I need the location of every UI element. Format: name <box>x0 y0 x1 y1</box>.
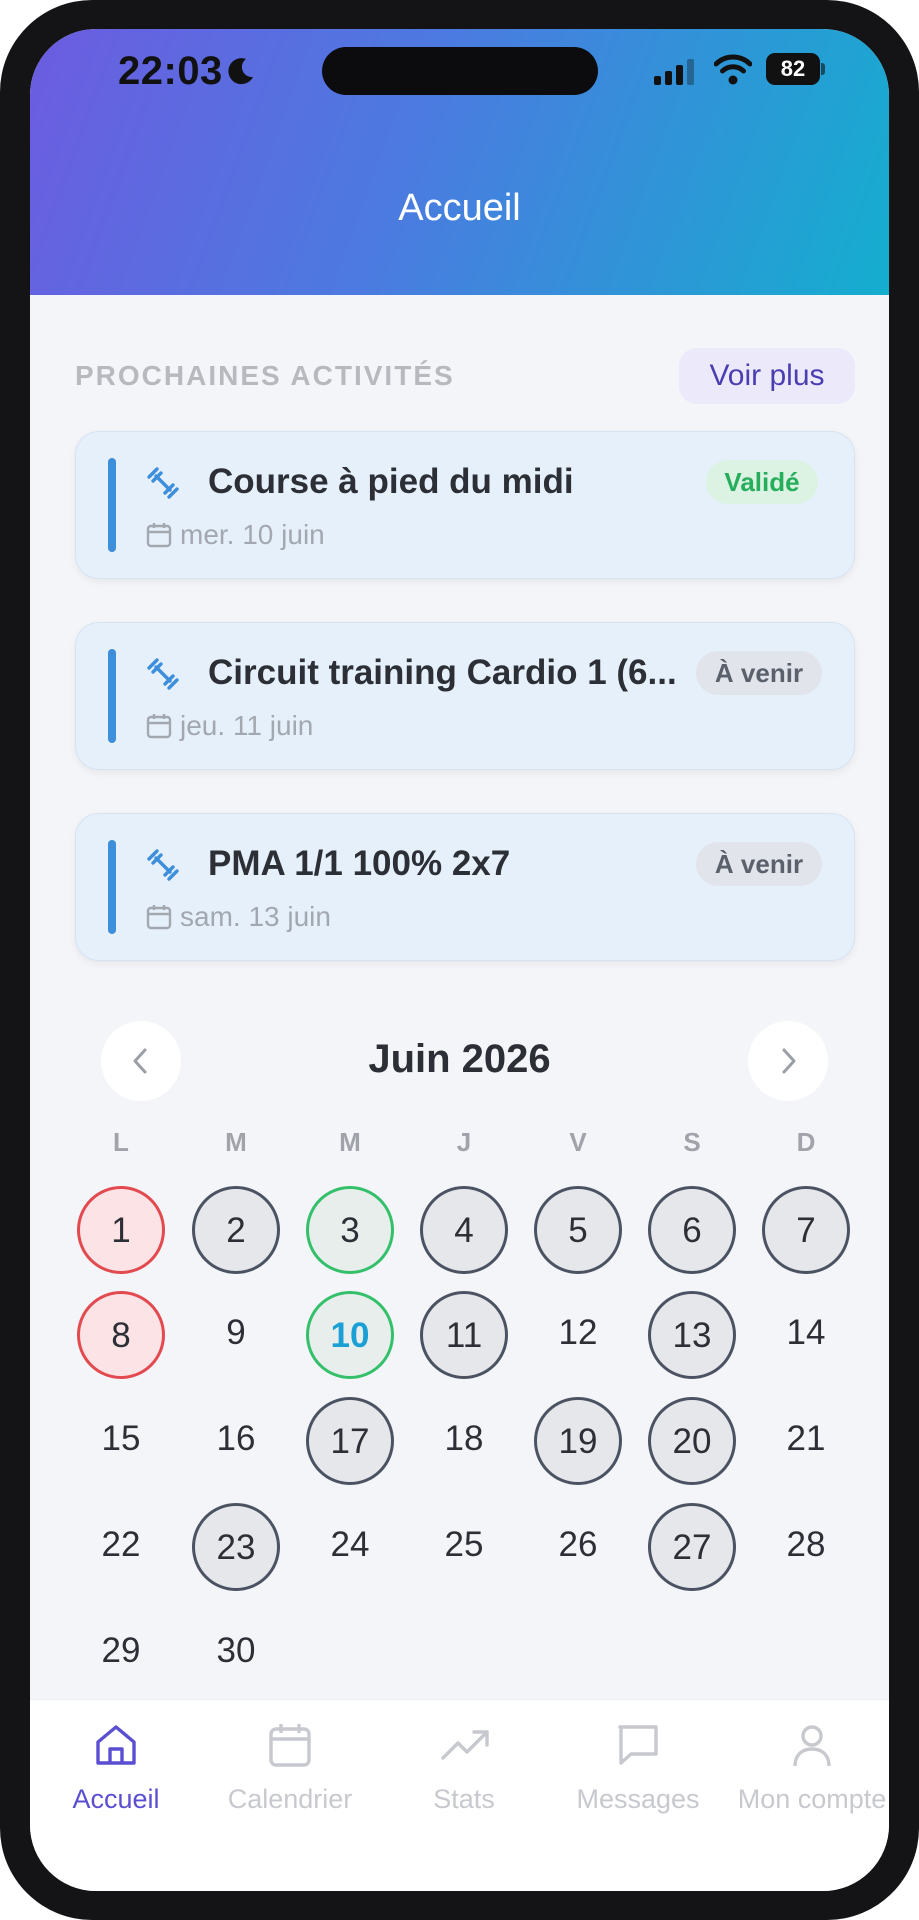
status-badge: Validé <box>706 460 818 504</box>
calendar-day[interactable]: 8 <box>77 1291 165 1379</box>
dumbbell-icon <box>147 658 179 690</box>
weekday-label: M <box>339 1127 361 1157</box>
calendar-day[interactable]: 18 <box>420 1397 508 1485</box>
battery-cap <box>821 63 825 75</box>
weekday-label: M <box>225 1127 247 1157</box>
calendar-day[interactable]: 28 <box>762 1503 850 1591</box>
calendar-day[interactable]: 11 <box>420 1291 508 1379</box>
dynamic-island <box>322 47 598 95</box>
tab-calendar[interactable]: Calendrier <box>203 1700 377 1820</box>
message-icon <box>618 1725 658 1765</box>
battery-indicator: 82 <box>766 53 825 85</box>
calendar-day[interactable]: 19 <box>534 1397 622 1485</box>
activity-card[interactable]: Course à pied du midi mer. 10 juin Valid… <box>75 431 855 579</box>
activity-accent-bar <box>108 458 116 552</box>
weekday-label: D <box>796 1127 816 1157</box>
chevron-right-icon <box>782 1048 796 1074</box>
calendar-day[interactable]: 21 <box>762 1397 850 1485</box>
calendar-day[interactable]: 1 <box>77 1186 165 1274</box>
battery-level: 82 <box>766 53 820 85</box>
calendar-day[interactable]: 23 <box>192 1503 280 1591</box>
header: 22:03 82 Accueil <box>30 29 889 295</box>
status-badge: À venir <box>696 842 822 886</box>
moon-icon <box>228 58 253 85</box>
tab-bar: Accueil Calendrier Stats Messages Mon co… <box>30 1699 889 1891</box>
calendar-day[interactable]: 24 <box>306 1503 394 1591</box>
calendar-day[interactable]: 13 <box>648 1291 736 1379</box>
calendar-day[interactable]: 12 <box>534 1291 622 1379</box>
activity-card[interactable]: Circuit training Cardio 1 (6... jeu. 11 … <box>75 622 855 770</box>
activity-date: sam. 13 juin <box>180 901 331 932</box>
calendar-day[interactable]: 15 <box>77 1397 165 1485</box>
activity-title: Circuit training Cardio 1 (6... <box>208 653 677 692</box>
calendar-day[interactable]: 10 <box>306 1291 394 1379</box>
activity-accent-bar <box>108 649 116 743</box>
calendar-day[interactable]: 17 <box>306 1397 394 1485</box>
weekday-label: L <box>113 1127 129 1157</box>
activity-accent-bar <box>108 840 116 934</box>
tab-messages[interactable]: Messages <box>551 1700 725 1820</box>
calendar-day[interactable]: 7 <box>762 1186 850 1274</box>
activity-date: jeu. 11 juin <box>180 710 314 741</box>
calendar-day[interactable]: 20 <box>648 1397 736 1485</box>
see-more-button[interactable]: Voir plus <box>679 348 855 404</box>
tab-stats[interactable]: Stats <box>377 1700 551 1820</box>
calendar-day[interactable]: 16 <box>192 1397 280 1485</box>
calendar-day[interactable]: 14 <box>762 1291 850 1379</box>
wifi-icon <box>714 54 752 85</box>
calendar-day[interactable]: 29 <box>77 1609 165 1697</box>
dumbbell-icon <box>147 849 179 881</box>
tab-label: Mon compte <box>737 1784 887 1814</box>
status-badge: À venir <box>696 651 822 695</box>
calendar-day[interactable]: 30 <box>192 1609 280 1697</box>
page-title: Accueil <box>398 187 521 229</box>
calendar-day[interactable]: 25 <box>420 1503 508 1591</box>
calendar-day[interactable]: 27 <box>648 1503 736 1591</box>
next-month-button[interactable] <box>748 1021 828 1101</box>
tab-home[interactable]: Accueil <box>30 1700 203 1820</box>
app-screen: 22:03 82 Accueil PROCHAINES ACTIVITÉS Vo… <box>30 29 889 1891</box>
weekday-label: V <box>569 1127 587 1157</box>
activity-date: mer. 10 juin <box>180 519 325 550</box>
calendar-day[interactable]: 4 <box>420 1186 508 1274</box>
section-title: PROCHAINES ACTIVITÉS <box>75 360 455 391</box>
trending-up-icon <box>441 1730 489 1760</box>
calendar-icon <box>146 905 172 930</box>
calendar-day[interactable]: 2 <box>192 1186 280 1274</box>
calendar-day[interactable]: 22 <box>77 1503 165 1591</box>
user-icon <box>793 1725 831 1767</box>
weekday-label: S <box>683 1127 701 1157</box>
calendar-day[interactable]: 3 <box>306 1186 394 1274</box>
signal-icon <box>654 59 694 85</box>
tab-account[interactable]: Mon compte <box>725 1700 889 1820</box>
status-time: 22:03 <box>118 49 223 93</box>
calendar-icon <box>269 1724 311 1767</box>
dumbbell-icon <box>147 467 179 499</box>
activity-title: Course à pied du midi <box>208 462 574 501</box>
device-frame: 22:03 82 Accueil PROCHAINES ACTIVITÉS Vo… <box>0 0 919 1920</box>
calendar-day[interactable]: 5 <box>534 1186 622 1274</box>
activity-title: PMA 1/1 100% 2x7 <box>208 844 511 883</box>
calendar-day[interactable]: 6 <box>648 1186 736 1274</box>
home-icon <box>96 1725 136 1765</box>
calendar-day[interactable]: 26 <box>534 1503 622 1591</box>
activity-card[interactable]: PMA 1/1 100% 2x7 sam. 13 juin À venir <box>75 813 855 961</box>
calendar-day[interactable]: 9 <box>192 1291 280 1379</box>
calendar-icon <box>146 714 172 739</box>
calendar-icon <box>146 523 172 548</box>
weekday-label: J <box>456 1127 472 1157</box>
